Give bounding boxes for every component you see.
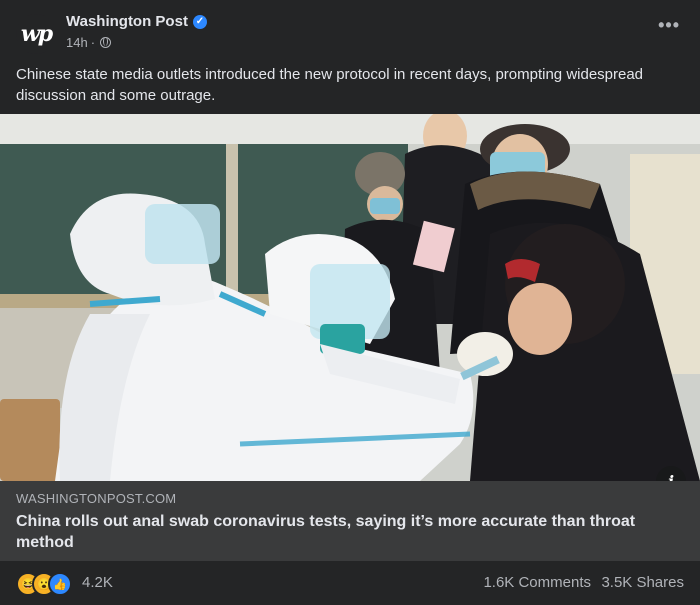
post-image[interactable]: [0, 114, 700, 481]
post-card: wp Washington Post ✓ 14h · ••• Chinese s…: [0, 0, 700, 605]
page-name-link[interactable]: Washington Post ✓: [66, 13, 207, 30]
page-avatar[interactable]: wp: [16, 14, 56, 54]
post-caption: Chinese state media outlets introduced t…: [16, 66, 644, 104]
reactions-bar: 😆 😮 👍 4.2K 1.6K Comments 3.5K Shares: [0, 561, 700, 605]
like-icon: 👍: [48, 572, 72, 596]
post-header: wp Washington Post ✓ 14h · •••: [0, 0, 700, 62]
verified-badge-icon: ✓: [192, 14, 207, 29]
comments-count[interactable]: 1.6K Comments: [483, 574, 591, 591]
link-headline[interactable]: China rolls out anal swab coronavirus te…: [16, 511, 676, 553]
link-preview[interactable]: WASHINGTONPOST.COM China rolls out anal …: [0, 481, 700, 561]
page-name[interactable]: Washington Post: [66, 13, 188, 30]
shares-count[interactable]: 3.5K Shares: [601, 574, 684, 591]
link-domain: WASHINGTONPOST.COM: [16, 491, 177, 506]
more-options-button[interactable]: •••: [658, 16, 680, 34]
globe-icon: [100, 37, 112, 48]
reaction-count[interactable]: 4.2K: [82, 574, 113, 591]
meta-separator: ·: [90, 35, 96, 50]
post-time[interactable]: 14h: [66, 35, 88, 50]
news-photo-illustration: [0, 114, 700, 481]
reaction-icons[interactable]: 😆 😮 👍: [16, 572, 78, 596]
post-meta: 14h ·: [66, 35, 112, 50]
